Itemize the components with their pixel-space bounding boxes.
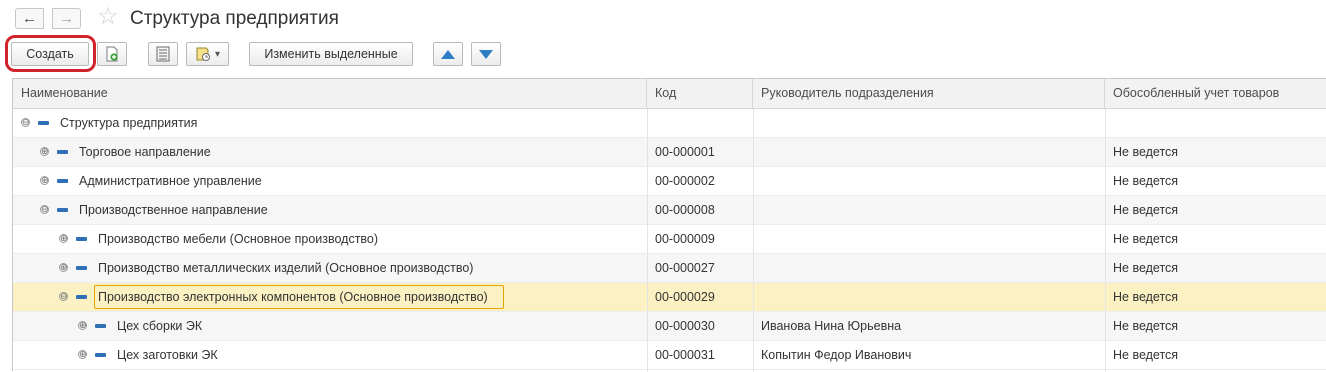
- list-icon: [156, 46, 170, 62]
- column-header-name[interactable]: Наименование: [13, 79, 647, 109]
- toolbar: Создать ▾ Изменить выделенные: [0, 35, 1326, 74]
- row-name-cell: Торговое направление: [79, 145, 211, 159]
- row-code-cell: 00-000027: [655, 261, 715, 275]
- move-down-button[interactable]: [471, 42, 501, 66]
- table-row[interactable]: ⊕ Цех заготовки ЭК 00-000031 Копытин Федор …: [13, 341, 1326, 370]
- copy-button[interactable]: [97, 42, 127, 66]
- subdivision-icon: [57, 208, 68, 212]
- column-header-separate-accounting[interactable]: Обособленный учет товаров: [1105, 79, 1326, 109]
- row-separate-accounting-cell: Не ведется: [1113, 203, 1179, 217]
- create-button[interactable]: Создать: [11, 42, 89, 66]
- row-code-cell: 00-000031: [655, 348, 715, 362]
- table-row[interactable]: ⊕ Торговое направление 00-000001 Не ведется: [13, 138, 1326, 167]
- column-divider: [753, 109, 754, 372]
- row-code-cell: 00-000001: [655, 145, 715, 159]
- page-title: Структура предприятия: [130, 8, 339, 29]
- row-name-cell: Цех сборки ЭК: [117, 319, 203, 333]
- table-row[interactable]: ⊕ Цех сборки ЭК 00-000030 Иванова Нина Юрье…: [13, 312, 1326, 341]
- back-button[interactable]: ←: [15, 8, 44, 29]
- collapse-node-icon[interactable]: ⊖: [21, 118, 30, 127]
- row-separate-accounting-cell: Не ведется: [1113, 290, 1179, 304]
- row-name-cell: Структура предприятия: [60, 116, 198, 130]
- favorite-star-icon[interactable]: ☆: [97, 5, 119, 29]
- subdivision-icon: [76, 295, 87, 299]
- table-header: Наименование Код Руководитель подразделе…: [13, 79, 1326, 109]
- column-header-code[interactable]: Код: [647, 79, 753, 109]
- table-row[interactable]: ⊕ Производство металлических изделий (Осн…: [13, 254, 1326, 283]
- column-header-manager[interactable]: Руководитель подразделения: [753, 79, 1105, 109]
- row-separate-accounting-cell: Не ведется: [1113, 232, 1179, 246]
- arrow-left-icon: ←: [22, 10, 37, 27]
- reports-dropdown-button[interactable]: ▾: [186, 42, 229, 66]
- table-row[interactable]: ⊕ Административное управление 00-000002 Не …: [13, 167, 1326, 196]
- row-separate-accounting-cell: Не ведется: [1113, 261, 1179, 275]
- table-row[interactable]: ⊖ Производственное направление 00-000008 Не…: [13, 196, 1326, 225]
- expand-node-icon[interactable]: ⊕: [59, 263, 68, 272]
- report-icon: [196, 47, 210, 61]
- row-code-cell: 00-000029: [655, 290, 715, 304]
- title-bar: ← → ☆ Структура предприятия: [0, 0, 1326, 38]
- row-name-cell: Производство мебели (Основное производст…: [98, 232, 379, 246]
- row-manager-cell: Иванова Нина Юрьевна: [761, 319, 902, 333]
- forward-button[interactable]: →: [52, 8, 81, 29]
- arrow-down-icon: [479, 49, 493, 59]
- move-up-button[interactable]: [433, 42, 463, 66]
- subdivision-icon: [76, 237, 87, 241]
- table-row[interactable]: ⊕ Производство мебели (Основное производс…: [13, 225, 1326, 254]
- row-name-cell: Производственное направление: [79, 203, 268, 217]
- edit-selected-button[interactable]: Изменить выделенные: [249, 42, 413, 66]
- expand-node-icon[interactable]: ⊕: [78, 321, 87, 330]
- arrow-up-icon: [441, 49, 455, 59]
- collapse-node-icon[interactable]: ⊖: [59, 292, 68, 301]
- subdivision-icon: [57, 150, 68, 154]
- table-row[interactable]: ⊖ Структура предприятия: [13, 109, 1326, 138]
- row-separate-accounting-cell: Не ведется: [1113, 348, 1179, 362]
- chevron-down-icon: ▾: [214, 48, 221, 60]
- expand-node-icon[interactable]: ⊕: [40, 147, 49, 156]
- row-code-cell: 00-000008: [655, 203, 715, 217]
- table-row[interactable]: ⊖ Производство электронных компонентов (О…: [13, 283, 1326, 312]
- column-divider: [647, 109, 648, 372]
- arrow-right-icon: →: [59, 10, 74, 27]
- copy-document-icon: [106, 46, 118, 62]
- subdivision-icon: [76, 266, 87, 270]
- subdivision-icon: [95, 353, 106, 357]
- row-separate-accounting-cell: Не ведется: [1113, 145, 1179, 159]
- expand-node-icon[interactable]: ⊕: [40, 176, 49, 185]
- column-divider: [1105, 109, 1106, 372]
- row-separate-accounting-cell: Не ведется: [1113, 174, 1179, 188]
- row-name-cell: Административное управление: [79, 174, 262, 188]
- subdivision-icon: [38, 121, 49, 125]
- row-name-cell: Цех заготовки ЭК: [117, 348, 218, 362]
- collapse-node-icon[interactable]: ⊖: [40, 205, 49, 214]
- row-separate-accounting-cell: Не ведется: [1113, 319, 1179, 333]
- expand-node-icon[interactable]: ⊕: [78, 350, 87, 359]
- row-code-cell: 00-000030: [655, 319, 715, 333]
- row-code-cell: 00-000009: [655, 232, 715, 246]
- row-name-cell: Производство электронных компонентов (Ос…: [98, 290, 488, 304]
- subdivision-icon: [95, 324, 106, 328]
- subdivision-icon: [57, 179, 68, 183]
- expand-node-icon[interactable]: ⊕: [59, 234, 68, 243]
- row-manager-cell: Копытин Федор Иванович: [761, 348, 912, 362]
- row-name-cell: Производство металлических изделий (Осно…: [98, 261, 474, 275]
- row-code-cell: 00-000002: [655, 174, 715, 188]
- list-mode-button[interactable]: [148, 42, 178, 66]
- structure-table: Наименование Код Руководитель подразделе…: [12, 78, 1326, 372]
